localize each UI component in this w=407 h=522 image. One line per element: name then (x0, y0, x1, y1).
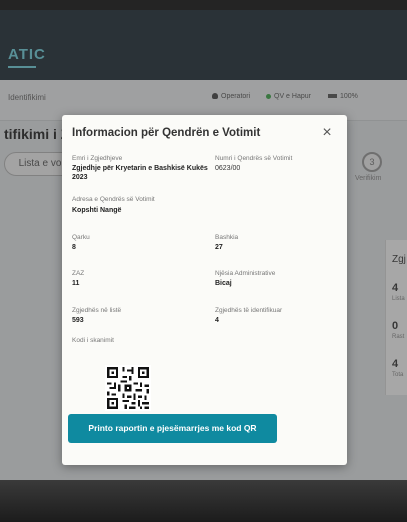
center-number-label: Numri i Qendrës së Votimit (215, 155, 293, 162)
election-name-label: Emri i Zgjedhjeve (72, 155, 123, 162)
qr-code-image (105, 365, 151, 411)
close-icon[interactable]: × (319, 125, 335, 141)
zaz-label: ZAZ (72, 270, 85, 277)
voters-identified-value: 4 (215, 317, 219, 324)
zaz-value: 11 (72, 280, 80, 287)
voters-listed-label: Zgjedhës në listë (72, 307, 122, 314)
center-number-value: 0623/00 (215, 165, 241, 172)
scan-code-label: Kodi i skanimit (72, 337, 114, 344)
voters-listed-value: 593 (72, 317, 84, 324)
polling-center-info-dialog: Informacion për Qendrën e Votimit × Emri… (62, 115, 347, 465)
tablet-screen: ATIC Identifikimi Operatori QV e Hapur 1… (0, 0, 407, 490)
njesia-label: Njësia Administrative (215, 270, 276, 277)
qarku-value: 8 (72, 244, 76, 251)
bashkia-label: Bashkia (215, 234, 239, 241)
qarku-label: Qarku (72, 234, 90, 241)
njesia-value: Bicaj (215, 280, 232, 287)
bottom-bezel (0, 480, 407, 522)
print-report-qr-button[interactable]: Printo raportin e pjesëmarrjes me kod QR (68, 414, 277, 443)
election-name-value: Zgjedhje për Kryetarin e Bashkisë Kukës … (72, 165, 208, 181)
dialog-title: Informacion për Qendrën e Votimit (72, 127, 261, 139)
bashkia-value: 27 (215, 244, 223, 251)
address-label: Adresa e Qendrës së Votimit (72, 196, 155, 203)
address-value: Kopshti Nangë (72, 207, 122, 214)
voters-identified-label: Zgjedhës të identifikuar (215, 307, 283, 314)
